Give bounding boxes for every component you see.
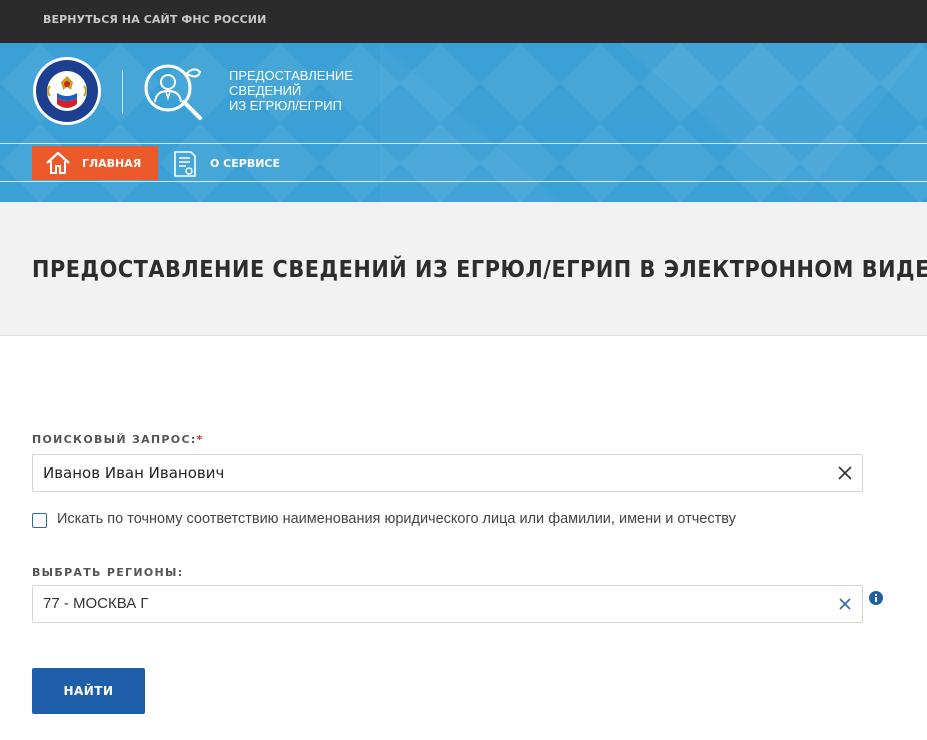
info-icon[interactable]: [869, 591, 883, 605]
service-title-line: ПРЕДОСТАВЛЕНИЕ: [229, 68, 353, 83]
exact-match-checkbox[interactable]: [32, 513, 47, 528]
clear-region-icon[interactable]: [837, 596, 853, 612]
document-icon: [174, 151, 196, 177]
header-divider: [122, 70, 123, 114]
selected-region: 77 - МОСКВА Г: [43, 595, 149, 612]
service-title: ПРЕДОСТАВЛЕНИЕ СВЕДЕНИЙ ИЗ ЕГРЮЛ/ЕГРИП: [229, 68, 379, 113]
top-bar: ВЕРНУТЬСЯ НА САЙТ ФНС РОССИИ: [0, 0, 927, 43]
nav-about-label: О СЕРВИСЕ: [210, 157, 281, 170]
clear-query-icon[interactable]: [837, 465, 853, 481]
page-header: ПРЕДОСТАВЛЕНИЕ СВЕДЕНИЙ ИЗ ЕГРЮЛ/ЕГРИП В…: [0, 202, 927, 336]
nav-about-tab[interactable]: О СЕРВИСЕ: [170, 146, 300, 180]
regions-label: ВЫБРАТЬ РЕГИОНЫ:: [32, 566, 184, 579]
query-label: ПОИСКОВЫЙ ЗАПРОС:*: [32, 433, 204, 446]
service-title-line: ИЗ ЕГРЮЛ/ЕГРИП: [229, 98, 342, 113]
query-label-text: ПОИСКОВЫЙ ЗАПРОС:: [32, 433, 197, 446]
back-to-fns-link[interactable]: ВЕРНУТЬСЯ НА САЙТ ФНС РОССИИ: [43, 13, 266, 26]
required-mark: *: [196, 433, 204, 446]
inspector-magnifier-icon: [144, 64, 202, 120]
exact-match-label[interactable]: Искать по точному соответствию наименова…: [57, 511, 736, 527]
nav-divider-top: [0, 143, 927, 144]
nav-home-label: ГЛАВНАЯ: [82, 157, 142, 170]
nav-home-tab[interactable]: ГЛАВНАЯ: [32, 146, 158, 180]
regions-select[interactable]: 77 - МОСКВА Г: [32, 585, 863, 623]
search-query-field: [32, 454, 863, 492]
nav-divider-bottom: [0, 181, 927, 182]
home-icon: [46, 151, 70, 174]
search-query-input[interactable]: [43, 455, 823, 491]
search-button[interactable]: НАЙТИ: [32, 668, 145, 714]
service-title-line: СВЕДЕНИЙ: [229, 83, 302, 98]
fns-emblem-icon: [33, 57, 101, 125]
page-title: ПРЕДОСТАВЛЕНИЕ СВЕДЕНИЙ ИЗ ЕГРЮЛ/ЕГРИП В…: [32, 257, 927, 283]
header-banner: ПРЕДОСТАВЛЕНИЕ СВЕДЕНИЙ ИЗ ЕГРЮЛ/ЕГРИП Г…: [0, 43, 927, 202]
